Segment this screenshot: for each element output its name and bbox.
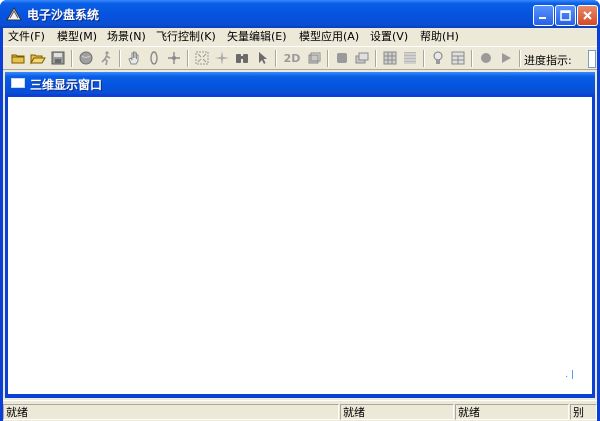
2d-button[interactable]: 2D <box>281 49 303 67</box>
toolbar-separator <box>423 50 425 67</box>
minimize-button[interactable] <box>533 5 554 26</box>
grid-icon[interactable] <box>381 49 399 67</box>
child-title-bar[interactable]: 三维显示窗口 <box>5 72 595 94</box>
app-icon <box>5 5 23 23</box>
toolbar-separator <box>375 50 377 67</box>
title-bar[interactable]: 电子沙盘系统 <box>0 0 600 28</box>
status-pane-4: 别 <box>570 404 597 420</box>
menu-settings[interactable]: 设置(V) <box>370 29 408 44</box>
zoom-extent-icon[interactable] <box>193 49 211 67</box>
menu-file[interactable]: 文件(F) <box>8 29 45 44</box>
bulb-icon[interactable] <box>429 49 447 67</box>
toolbar-separator <box>327 50 329 67</box>
compass-icon[interactable] <box>213 49 231 67</box>
toolbar-separator <box>71 50 73 67</box>
pan-hand-icon[interactable] <box>125 49 143 67</box>
progress-indicator <box>588 50 596 68</box>
play-icon[interactable] <box>497 49 515 67</box>
child-window: 三维显示窗口 . | <box>5 72 595 398</box>
texture-icon[interactable] <box>401 49 419 67</box>
window-icon <box>11 78 25 88</box>
table-icon[interactable] <box>449 49 467 67</box>
menu-model[interactable]: 模型(M) <box>57 29 97 44</box>
minimize-icon <box>539 17 546 19</box>
new-icon[interactable] <box>9 49 27 67</box>
open-icon[interactable] <box>29 49 47 67</box>
binoculars-icon[interactable] <box>233 49 251 67</box>
toolbar-separator <box>471 50 473 67</box>
status-bar: 就绪 就绪 就绪 别 <box>3 400 597 421</box>
menu-vector-edit[interactable]: 矢量编辑(E) <box>227 29 287 44</box>
toolbar-separator <box>119 50 121 67</box>
status-pane-main: 就绪 <box>3 404 339 420</box>
menu-scene[interactable]: 场景(N) <box>107 29 146 44</box>
layers-icon[interactable] <box>353 49 371 67</box>
maximize-button[interactable] <box>555 5 576 26</box>
menu-bar: 文件(F) 模型(M) 场景(N) 飞行控制(K) 矢量编辑(E) 模型应用(A… <box>3 28 597 45</box>
layer-icon[interactable] <box>333 49 351 67</box>
toolbar-separator <box>275 50 277 67</box>
pointer-icon[interactable] <box>253 49 271 67</box>
3d-viewport[interactable]: . | <box>8 97 592 394</box>
move-icon[interactable] <box>165 49 183 67</box>
toolbar-separator <box>187 50 189 67</box>
toolbar-separator <box>519 50 521 67</box>
menu-help[interactable]: 帮助(H) <box>420 29 459 44</box>
status-pane-3: 就绪 <box>455 404 569 420</box>
client-area: 文件(F) 模型(M) 场景(N) 飞行控制(K) 矢量编辑(E) 模型应用(A… <box>3 28 597 421</box>
3d-layer-icon[interactable] <box>305 49 323 67</box>
record-icon[interactable] <box>477 49 495 67</box>
save-icon[interactable] <box>49 49 67 67</box>
toolbar: 2D 进度指示: <box>3 46 597 70</box>
close-icon <box>583 11 592 20</box>
window-title: 电子沙盘系统 <box>27 8 100 22</box>
menu-flight-control[interactable]: 飞行控制(K) <box>156 29 216 44</box>
close-button[interactable] <box>577 5 598 26</box>
menu-model-app[interactable]: 模型应用(A) <box>299 29 359 44</box>
walk-icon[interactable] <box>97 49 115 67</box>
rotate-icon[interactable] <box>145 49 163 67</box>
globe-icon[interactable] <box>77 49 95 67</box>
cursor-mark: . | <box>565 370 574 380</box>
status-pane-2: 就绪 <box>340 404 454 420</box>
progress-label: 进度指示: <box>524 54 572 67</box>
maximize-icon <box>560 10 571 21</box>
child-window-title: 三维显示窗口 <box>30 78 103 92</box>
app-window: 电子沙盘系统 文件(F) 模型(M) 场景(N) 飞行控制(K) 矢量编辑(E)… <box>0 0 600 421</box>
